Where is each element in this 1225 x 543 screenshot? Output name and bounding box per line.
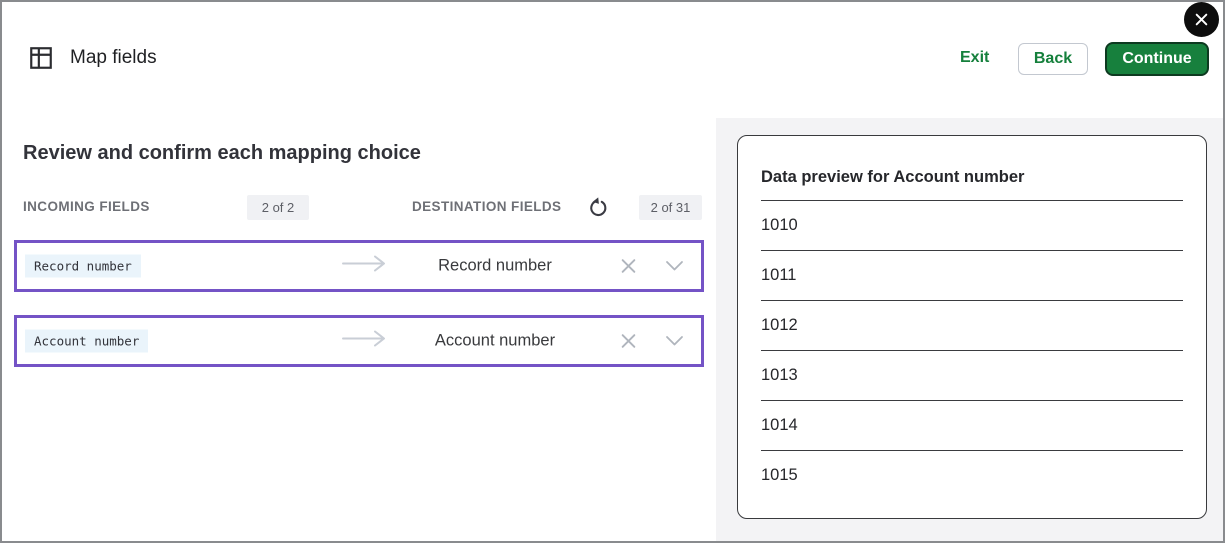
x-icon (620, 263, 637, 278)
reset-mappings-button[interactable] (586, 196, 610, 220)
clear-mapping-button[interactable] (618, 256, 639, 277)
preview-value-row: 1012 (761, 301, 1183, 351)
close-button[interactable] (1184, 2, 1219, 37)
destination-count-badge: 2 of 31 (639, 195, 702, 220)
data-preview-card: Data preview for Account number 1010 101… (737, 135, 1207, 519)
preview-value-row: 1015 (761, 451, 1183, 500)
incoming-count-badge: 2 of 2 (247, 195, 309, 220)
chevron-down-icon (665, 335, 684, 350)
page-title: Map fields (70, 47, 157, 69)
preview-value-row: 1013 (761, 351, 1183, 401)
preview-value-row: 1011 (761, 251, 1183, 301)
close-icon (1194, 12, 1209, 27)
data-preview-list: 1010 1011 1012 1013 1014 1015 (761, 200, 1183, 500)
incoming-fields-header: INCOMING FIELDS (23, 199, 150, 214)
back-button[interactable]: Back (1018, 43, 1088, 75)
clear-mapping-button[interactable] (618, 331, 639, 352)
x-icon (620, 338, 637, 353)
incoming-field-chip: Record number (25, 255, 141, 278)
destination-field-select[interactable]: Account number (350, 332, 640, 351)
table-grid-icon (28, 45, 54, 71)
destination-dropdown-button[interactable] (663, 333, 686, 349)
undo-icon (587, 206, 609, 221)
exit-button[interactable]: Exit (954, 48, 994, 68)
mapping-row-account-number: Account number Account number (14, 315, 704, 367)
preview-value-row: 1014 (761, 401, 1183, 451)
map-fields-dialog: Map fields Exit Back Continue Review and… (0, 0, 1225, 543)
data-preview-panel: Data preview for Account number 1010 101… (716, 118, 1223, 541)
mapping-row-record-number: Record number Record number (14, 240, 704, 292)
preview-value-row: 1010 (761, 201, 1183, 251)
chevron-down-icon (665, 260, 684, 275)
continue-button[interactable]: Continue (1105, 42, 1209, 76)
destination-fields-header: DESTINATION FIELDS (412, 199, 561, 214)
incoming-field-chip: Account number (25, 330, 148, 353)
destination-dropdown-button[interactable] (663, 258, 686, 274)
data-preview-title: Data preview for Account number (761, 168, 1183, 187)
destination-field-select[interactable]: Record number (350, 257, 640, 276)
section-heading: Review and confirm each mapping choice (23, 142, 421, 165)
